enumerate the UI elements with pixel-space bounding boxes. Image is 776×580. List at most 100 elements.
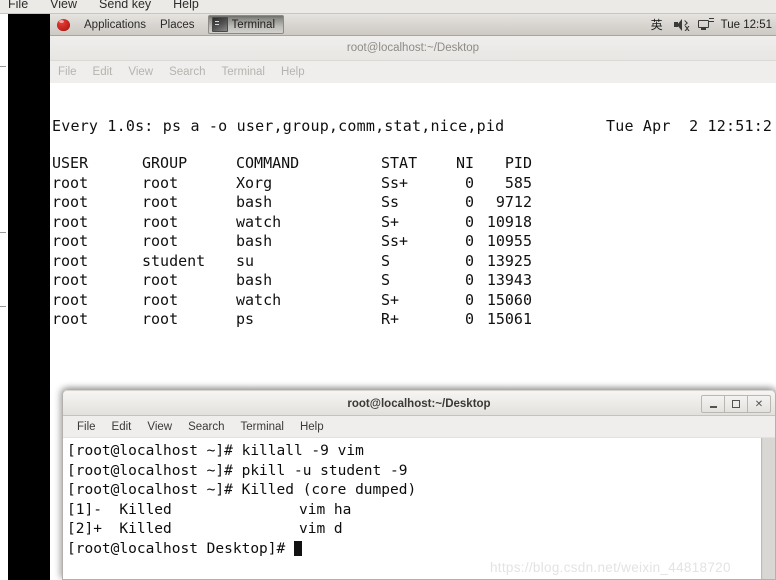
gnome-top-panel: Applications Places Terminal 英 x Tue 12:… — [50, 14, 776, 36]
job-status-tag: [1]- Killed — [67, 501, 172, 518]
cell-pid: 10955 — [486, 232, 532, 250]
edge-tick-upper — [0, 66, 6, 67]
cell-user: root — [52, 212, 89, 231]
cell-ni: 0 — [464, 173, 474, 192]
fedora-logo-icon[interactable] — [56, 17, 72, 33]
foreground-terminal-menubar[interactable]: File Edit View Search Terminal Help — [63, 416, 775, 438]
watch-command-text: Every 1.0s: ps a -o user,group,comm,stat… — [52, 117, 505, 135]
ime-indicator[interactable]: 英 — [645, 16, 669, 33]
job-status-line: [1]- Killed vim ha — [67, 501, 761, 521]
bg-menu-view[interactable]: View — [128, 66, 153, 78]
terminal-line: [root@localhost ~]# pkill -u student -9 — [67, 462, 408, 479]
job-status-command: vim ha — [299, 501, 352, 518]
table-row: root root watch S+ 0 15060 — [52, 291, 532, 311]
fg-menu-terminal[interactable]: Terminal — [241, 421, 284, 433]
minimize-icon — [709, 406, 717, 408]
maximize-button[interactable] — [724, 395, 748, 413]
viewer-menu-view[interactable]: View — [50, 0, 77, 11]
cell-pid: 15061 — [486, 310, 532, 328]
cell-group: root — [142, 173, 179, 192]
cell-user: root — [52, 251, 89, 270]
background-terminal-titlebar[interactable]: root@localhost:~/Desktop — [50, 36, 776, 61]
edge-tick-mid — [0, 232, 6, 233]
network-icon[interactable] — [696, 16, 714, 34]
cell-stat: Ss+ — [381, 232, 409, 250]
cell-command: Xorg — [236, 173, 273, 192]
cell-stat: S — [381, 251, 391, 270]
table-row: root root bash Ss+ 0 10955 — [52, 232, 532, 252]
bg-menu-file[interactable]: File — [58, 66, 77, 78]
panel-right-group: 英 x Tue 12:51 — [645, 14, 776, 35]
cell-group: root — [142, 290, 179, 309]
taskbar-item-terminal[interactable]: Terminal — [207, 15, 285, 34]
cell-command: bash — [236, 193, 273, 211]
cell-user: root — [52, 232, 89, 250]
cell-pid: 15060 — [486, 290, 532, 309]
cell-ni: 0 — [464, 310, 474, 328]
vnc-letterbox — [8, 14, 50, 580]
fg-menu-search[interactable]: Search — [188, 421, 224, 433]
maximize-icon — [732, 400, 740, 408]
guest-desktop: Applications Places Terminal 英 x Tue 12:… — [50, 14, 776, 580]
cell-command: bash — [236, 232, 273, 250]
close-icon: ✕ — [754, 398, 764, 410]
fg-menu-file[interactable]: File — [77, 421, 96, 433]
applications-menu[interactable]: Applications — [77, 14, 153, 36]
text-cursor — [293, 540, 302, 556]
viewer-menu-send-key[interactable]: Send key — [99, 0, 151, 11]
cell-group: root — [142, 310, 179, 328]
bg-menu-edit[interactable]: Edit — [93, 66, 113, 78]
cell-user: root — [52, 290, 89, 309]
cell-ni: 0 — [464, 232, 474, 250]
fg-menu-help[interactable]: Help — [300, 421, 324, 433]
foreground-terminal-output[interactable]: [root@localhost ~]# killall -9 vim [root… — [63, 438, 761, 579]
places-menu[interactable]: Places — [153, 14, 202, 36]
table-row: root student su S 0 13925 — [52, 252, 532, 272]
cell-user: root — [52, 271, 89, 289]
cell-command: bash — [236, 271, 273, 289]
cell-ni: 0 — [464, 193, 474, 211]
viewer-menubar[interactable]: File View Send key Help — [0, 0, 776, 14]
close-button[interactable]: ✕ — [747, 395, 771, 413]
table-row: root root watch S+ 0 10918 — [52, 213, 532, 233]
background-terminal-menubar[interactable]: File Edit View Search Terminal Help — [50, 61, 776, 83]
terminal-prompt-line[interactable]: [root@localhost Desktop]# — [67, 540, 761, 560]
cell-group: root — [142, 212, 179, 231]
panel-left-group: Applications Places Terminal — [50, 14, 285, 36]
process-table-header-row: USER GROUP COMMAND STAT NI PID — [52, 154, 532, 174]
cell-user: root — [52, 193, 89, 211]
foreground-terminal-title: root@localhost:~/Desktop — [347, 398, 491, 410]
panel-clock[interactable]: Tue 12:51 — [717, 19, 772, 31]
bg-menu-terminal[interactable]: Terminal — [222, 66, 265, 78]
job-status-line: [2]+ Killed vim d — [67, 520, 761, 540]
table-row: root root bash S 0 13943 — [52, 271, 532, 291]
bg-menu-help[interactable]: Help — [281, 66, 305, 78]
cell-user: root — [52, 173, 89, 192]
bg-menu-search[interactable]: Search — [169, 66, 205, 78]
col-header-pid: PID — [504, 154, 532, 172]
cell-ni: 0 — [464, 290, 474, 309]
table-row: root root Xorg Ss+ 0 585 — [52, 174, 532, 194]
process-table-body: root root Xorg Ss+ 0 585 root root bash … — [52, 174, 532, 330]
col-header-stat: STAT — [381, 154, 418, 172]
job-status-tag: [2]+ Killed — [67, 521, 172, 537]
minimize-button[interactable] — [701, 395, 725, 413]
col-header-ni: NI — [455, 154, 474, 172]
volume-muted-icon[interactable]: x — [672, 16, 690, 34]
col-header-user: USER — [52, 154, 89, 172]
watch-header-row: Every 1.0s: ps a -o user,group,comm,stat… — [50, 117, 776, 137]
fg-menu-edit[interactable]: Edit — [112, 421, 132, 433]
viewer-menu-file[interactable]: File — [8, 0, 28, 11]
cell-command: su — [236, 251, 255, 270]
viewer-menu-help[interactable]: Help — [173, 0, 199, 11]
edge-tick-lower — [0, 306, 6, 307]
background-terminal-title: root@localhost:~/Desktop — [346, 42, 480, 54]
foreground-terminal-titlebar[interactable]: root@localhost:~/Desktop ✕ — [63, 390, 775, 416]
cell-group: root — [142, 232, 179, 250]
scrollbar-thumb[interactable] — [763, 438, 775, 579]
fg-menu-view[interactable]: View — [147, 421, 172, 433]
cell-stat: R+ — [381, 310, 400, 328]
table-row: root root bash Ss 0 9712 — [52, 193, 532, 213]
terminal-scrollbar[interactable] — [761, 438, 775, 579]
cell-command: watch — [236, 290, 282, 309]
